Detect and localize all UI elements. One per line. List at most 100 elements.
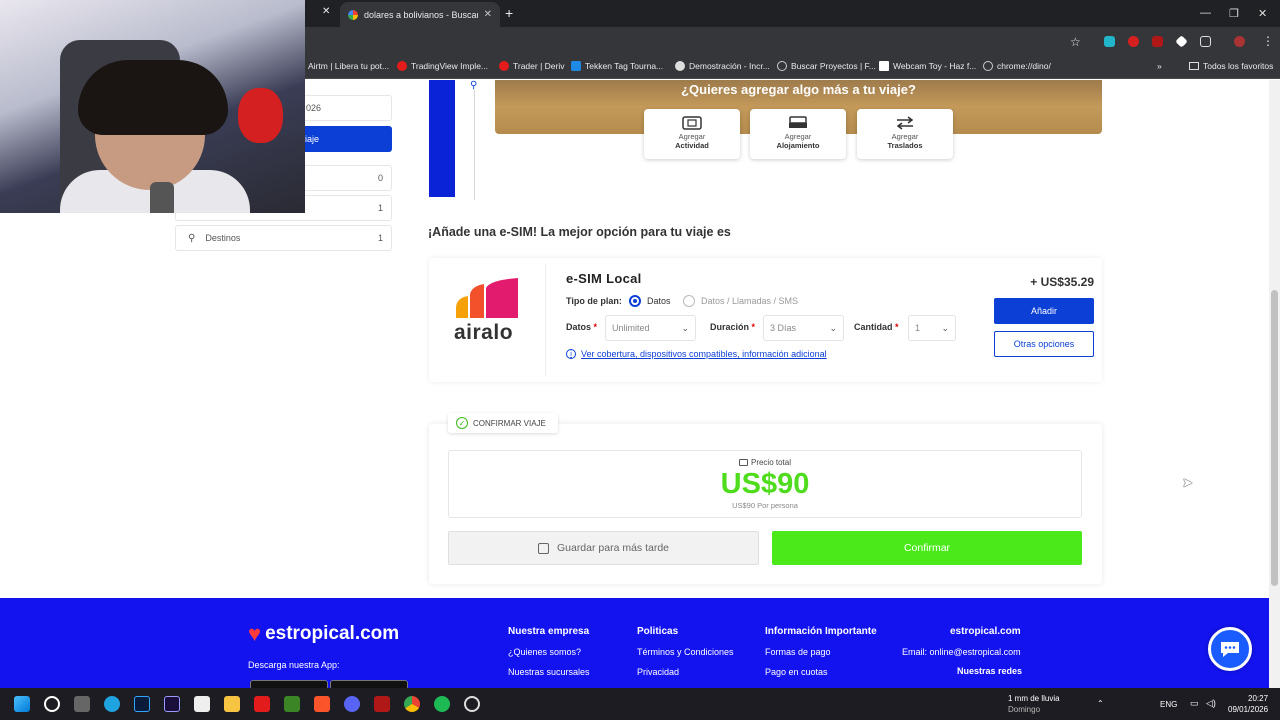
duration-label-text: Duración: [710, 322, 750, 332]
mouse-cursor-icon: ➤: [1182, 475, 1193, 490]
chrome-icon[interactable]: [404, 696, 420, 712]
transfer-icon: [896, 116, 914, 130]
network-icon[interactable]: ▭: [1190, 698, 1199, 709]
estropical-logo[interactable]: ♥ estropical.com: [248, 623, 399, 645]
scrollbar-thumb[interactable]: [1271, 290, 1278, 586]
extension-icon[interactable]: [1152, 36, 1163, 47]
weather-day: Domingo: [1008, 705, 1041, 714]
language-indicator[interactable]: ENG: [1160, 700, 1177, 709]
esim-name: e-SIM Local: [566, 271, 642, 286]
logo-text: estropical.com: [265, 623, 400, 644]
store-icon[interactable]: [194, 696, 210, 712]
puzzle-icon[interactable]: [1200, 36, 1211, 47]
bookmarks-overflow-icon[interactable]: »: [1157, 61, 1162, 71]
quantity-select[interactable]: 1 ⌄: [908, 315, 956, 341]
webcam-microphone: [150, 182, 174, 213]
edge-icon[interactable]: [104, 696, 120, 712]
bookmark-item[interactable]: Trader | Deriv: [499, 61, 565, 71]
new-tab-button[interactable]: +: [505, 5, 513, 21]
photoshop-icon[interactable]: [134, 696, 150, 712]
maximize-icon[interactable]: ❐: [1229, 7, 1239, 20]
tab-close-icon[interactable]: ✕: [484, 9, 492, 20]
add-transfer-card[interactable]: Agregar Traslados: [857, 109, 953, 159]
menu-kebab-icon[interactable]: ⋮: [1262, 34, 1274, 48]
add-lodging-card[interactable]: Agregar Alojamiento: [750, 109, 846, 159]
footer-link-privacidad[interactable]: Privacidad: [637, 667, 679, 677]
tab-title: dolares a bolivianos - Buscar co: [364, 9, 478, 20]
bookmark-label: Trader | Deriv: [513, 61, 565, 71]
extension-icon[interactable]: [1104, 36, 1115, 47]
deriv-icon[interactable]: [254, 696, 270, 712]
add-esim-button[interactable]: Añadir: [994, 298, 1094, 324]
bookmark-item[interactable]: Webcam Toy - Haz f...: [879, 61, 976, 71]
add-activity-card[interactable]: Agregar Actividad: [644, 109, 740, 159]
filter-count: 1: [377, 203, 383, 213]
other-options-button[interactable]: Otras opciones: [994, 331, 1094, 357]
extension-icon[interactable]: [1128, 36, 1139, 47]
bookmark-label: Buscar Proyectos | F...: [791, 61, 876, 71]
footer-link-cuotas[interactable]: Pago en cuotas: [765, 667, 828, 677]
footer-link-sucursales[interactable]: Nuestras sucursales: [508, 667, 590, 677]
close-window-icon[interactable]: ✕: [1258, 7, 1267, 20]
bookmark-item[interactable]: TradingView Imple...: [397, 61, 488, 71]
duration-select[interactable]: 3 Días ⌄: [763, 315, 844, 341]
esim-price: + US$35.29: [1030, 275, 1094, 289]
previous-tab-close-icon[interactable]: ✕: [322, 6, 330, 17]
volume-icon[interactable]: ◁): [1206, 698, 1216, 709]
tray-chevron-icon[interactable]: ⌃: [1097, 699, 1104, 708]
tab-active[interactable]: dolares a bolivianos - Buscar co ✕: [340, 2, 500, 27]
card-icon: [738, 459, 748, 467]
confirm-button[interactable]: Confirmar: [772, 531, 1082, 565]
clock-time[interactable]: 20:27: [1248, 694, 1268, 703]
footer-link-formas-pago[interactable]: Formas de pago: [765, 647, 831, 657]
file-explorer-icon[interactable]: [224, 696, 240, 712]
chevron-down-icon: ⌄: [941, 322, 949, 333]
clock-date[interactable]: 09/01/2026: [1228, 705, 1268, 714]
filter-count: 0: [377, 173, 383, 183]
discord-icon[interactable]: [344, 696, 360, 712]
folder-icon: [1189, 62, 1199, 70]
search-trip-button[interactable]: iaje: [305, 126, 392, 152]
filter-row-destinos[interactable]: ⚲ Destinos 1: [175, 225, 392, 251]
bookmark-item[interactable]: chrome://dino/: [983, 61, 1051, 71]
bookmark-item[interactable]: Buscar Proyectos | F...: [777, 61, 876, 71]
duration-select-value: 3 Días: [770, 323, 797, 333]
task-view-icon[interactable]: [74, 696, 90, 712]
timeline-line: [474, 90, 475, 200]
app-icon[interactable]: [374, 696, 390, 712]
star-icon[interactable]: ☆: [1070, 35, 1081, 49]
bookmark-item[interactable]: Airtm | Libera tu pot...: [308, 61, 389, 71]
chevron-down-icon: ⌄: [829, 322, 837, 333]
all-bookmarks[interactable]: Todos los favoritos: [1189, 61, 1273, 71]
footer-link-quienes[interactable]: ¿Quienes somos?: [508, 647, 581, 657]
windows-start-icon[interactable]: [14, 696, 30, 712]
data-select[interactable]: Unlimited ⌄: [605, 315, 696, 341]
obs-icon[interactable]: [464, 696, 480, 712]
plan-full-radio[interactable]: [683, 295, 695, 307]
minecraft-icon[interactable]: [284, 696, 300, 712]
globe-icon: [777, 61, 787, 71]
profile-avatar[interactable]: [1234, 36, 1245, 47]
plan-datos-radio[interactable]: [629, 295, 641, 307]
brave-icon[interactable]: [314, 696, 330, 712]
data-label: Datos *: [566, 322, 598, 332]
chevron-down-icon: ⌄: [681, 322, 689, 333]
confirm-badge-label: CONFIRMAR VIAJE: [473, 418, 546, 428]
search-icon[interactable]: [44, 696, 60, 712]
coverage-link[interactable]: i Ver cobertura, dispositivos compatible…: [566, 349, 827, 359]
bookmark-item[interactable]: Demostración - Incr...: [675, 61, 770, 71]
windows-taskbar: [0, 688, 1280, 720]
globe-icon: [983, 61, 993, 71]
minimize-icon[interactable]: —: [1200, 7, 1211, 19]
premiere-icon[interactable]: [164, 696, 180, 712]
webcam-plush-toy: [238, 88, 283, 143]
spotify-icon[interactable]: [434, 696, 450, 712]
all-bookmarks-label: Todos los favoritos: [1203, 61, 1274, 71]
bookmark-item[interactable]: Tekken Tag Tourna...: [571, 61, 663, 71]
save-for-later-button[interactable]: Guardar para más tarde: [448, 531, 759, 565]
footer-heading-empresa: Nuestra empresa: [508, 626, 590, 637]
footer-email[interactable]: Email: online@estropical.com: [902, 647, 1021, 657]
esim-heading: ¡Añade una e-SIM! La mejor opción para t…: [428, 225, 731, 239]
footer-link-terminos[interactable]: Términos y Condiciones: [637, 647, 734, 657]
chat-button[interactable]: [1208, 627, 1252, 671]
